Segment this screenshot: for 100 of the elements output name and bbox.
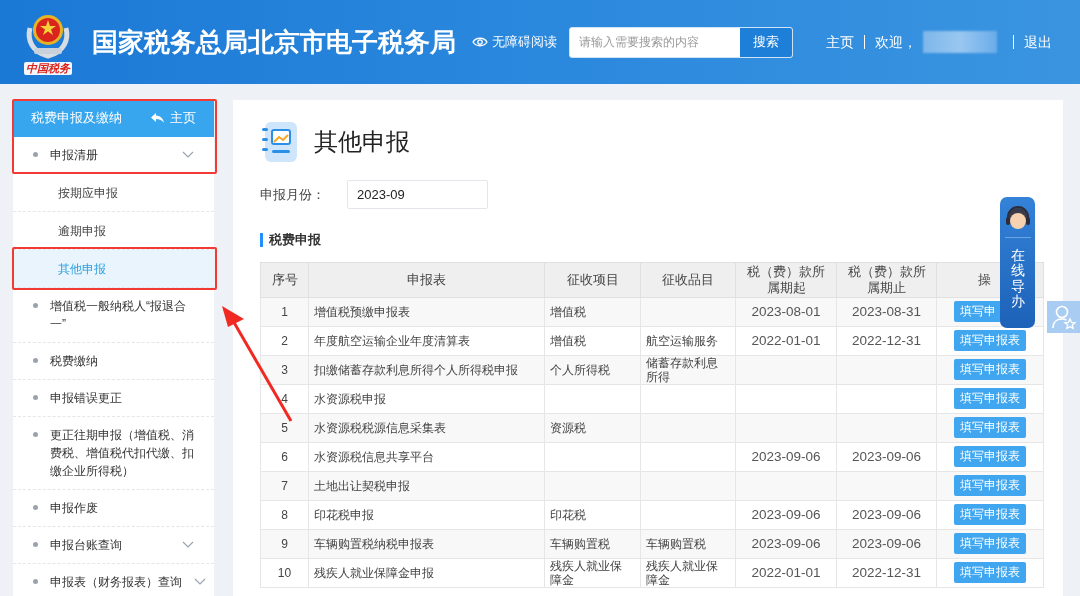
chevron-down-icon [194, 578, 206, 586]
section-title: 税费申报 [269, 232, 321, 249]
table-cell: 个人所得税 [550, 362, 610, 377]
table-cell: 水资源税信息共享平台 [314, 449, 434, 464]
menu-item-label: 申报作废 [50, 500, 99, 517]
table-cell: 残疾人就业保障金申报 [314, 565, 434, 580]
table-cell: 5 [281, 420, 288, 435]
table-cell: 2023-09-06 [851, 535, 922, 551]
fill-form-button[interactable]: 填写申报表 [954, 562, 1026, 584]
site-title: 国家税务总局北京市电子税务局 [92, 25, 456, 59]
eye-icon [472, 36, 488, 48]
menu-item-label: 申报台账查询 [50, 537, 123, 554]
menu-item[interactable]: 申报作废 [13, 490, 214, 527]
table-cell: 7 [281, 478, 288, 493]
menu-item-label: 申报错误更正 [50, 390, 123, 407]
column-header: 税（费）款所属期止 [847, 264, 926, 295]
table-cell: 2022-01-01 [751, 564, 821, 580]
table-cell: 增值税 [550, 304, 586, 319]
fill-form-button[interactable]: 填写申报表 [954, 388, 1026, 410]
table-cell: 2023-09-06 [851, 448, 922, 464]
menu-item-label: 申报清册 [50, 147, 99, 164]
fill-form-button[interactable]: 填写申报表 [954, 330, 1026, 352]
home-link[interactable]: 主页 [826, 31, 854, 53]
logo-text: 中国税务 [24, 61, 72, 75]
table-cell: 年度航空运输企业年度清算表 [314, 333, 470, 348]
notebook-icon [260, 120, 300, 164]
reply-arrow-icon [151, 113, 164, 124]
table-cell: 10 [277, 565, 292, 580]
table-cell: 1 [281, 304, 288, 319]
table-cell: 2023-08-01 [751, 303, 821, 319]
column-header: 操 [978, 272, 991, 287]
column-header: 序号 [271, 272, 298, 287]
chevron-down-icon [182, 541, 194, 549]
menu-item-label: 增值税一般纳税人“报退合一” [50, 298, 187, 333]
fill-form-button[interactable]: 填写申报表 [954, 359, 1026, 381]
search-button[interactable]: 搜索 [740, 27, 792, 57]
table-cell: 印花税 [550, 507, 586, 522]
table-cell: 3 [281, 362, 288, 377]
menu-item[interactable]: 申报错误更正 [13, 380, 214, 417]
table-cell: 水资源税税源信息采集表 [314, 420, 446, 435]
table-cell: 车辆购置税 [646, 536, 706, 551]
table-cell: 土地出让契税申报 [314, 478, 410, 493]
table-cell: 航空运输服务 [646, 333, 718, 348]
table-cell: 车辆购置税 [550, 536, 610, 551]
table-cell: 车辆购置税纳税申报表 [314, 536, 434, 551]
table-cell: 2022-01-01 [751, 332, 821, 348]
online-guide-widget[interactable]: 在线导办 [1000, 197, 1035, 328]
menu-item[interactable]: 更正往期申报（增值税、消费税、增值税代扣代缴、扣缴企业所得税） [13, 417, 214, 490]
month-label: 申报月份： [260, 185, 326, 204]
chevron-down-icon [182, 151, 194, 159]
user-star-icon [1050, 304, 1077, 330]
table-cell: 扣缴储蓄存款利息所得个人所得税申报 [314, 362, 518, 377]
table-cell: 2 [281, 333, 288, 348]
widget-label: 在线导办 [1010, 248, 1025, 310]
table-cell: 2023-09-06 [751, 448, 821, 464]
home-link[interactable]: 主页 [151, 109, 196, 128]
logout-link[interactable]: 退出 [1024, 31, 1052, 53]
table-cell: 残疾人就业保障金 [646, 558, 718, 587]
column-header: 税（费）款所属期起 [747, 264, 825, 295]
accessibility-link[interactable]: 无障碍阅读 [472, 32, 557, 52]
fill-form-button[interactable]: 填写申报表 [954, 533, 1026, 555]
menu-item-label: 税费缴纳 [50, 353, 99, 370]
table-cell: 增值税 [550, 333, 586, 348]
table-cell: 储蓄存款利息所得 [646, 355, 718, 384]
search-field[interactable]: 请输入需要搜索的内容 搜索 [569, 26, 793, 58]
table-cell: 2023-09-06 [751, 535, 821, 551]
menu-item[interactable]: 增值税一般纳税人“报退合一” [13, 288, 214, 343]
table-cell: 8 [281, 507, 288, 522]
sidebar-title: 税费申报及缴纳 [31, 110, 122, 128]
menu-item[interactable]: 申报表（财务报表）查询 [13, 564, 214, 596]
page-title: 其他申报 [314, 127, 410, 157]
column-header: 申报表 [407, 272, 446, 287]
fill-form-button[interactable]: 填写申报表 [954, 417, 1026, 439]
table-cell: 2022-12-31 [851, 332, 922, 348]
table-cell: 残疾人就业保障金 [550, 558, 622, 587]
column-header: 征收品目 [662, 272, 714, 287]
table-cell: 9 [281, 536, 288, 551]
month-field[interactable]: 2023-09 [347, 180, 488, 209]
table-cell: 2022-12-31 [851, 564, 922, 580]
submenu-item[interactable]: 其他申报 [13, 250, 214, 288]
table-cell: 水资源税申报 [314, 391, 386, 406]
table-cell: 2023-08-31 [851, 303, 922, 319]
table-cell: 6 [281, 449, 288, 464]
menu-item-label: 申报表（财务报表）查询 [50, 574, 182, 591]
table-cell: 资源税 [550, 420, 586, 435]
fill-form-button[interactable]: 填写申报表 [954, 475, 1026, 497]
menu-item[interactable]: 申报台账查询 [13, 527, 214, 564]
user-favorite-button[interactable] [1047, 301, 1080, 333]
table-cell: 增值税预缴申报表 [314, 304, 410, 319]
column-header: 征收项目 [566, 272, 619, 287]
table-cell: 2023-09-06 [751, 506, 821, 522]
fill-form-button[interactable]: 填写申 [954, 301, 1002, 323]
menu-item-label: 更正往期申报（增值税、消费税、增值税代扣代缴、扣缴企业所得税） [50, 427, 194, 480]
fill-form-button[interactable]: 填写申报表 [954, 446, 1026, 468]
table-cell: 印花税申报 [314, 507, 374, 522]
welcome-text: 欢迎， [875, 32, 917, 52]
table-cell: 4 [281, 391, 288, 406]
menu-item[interactable]: 税费缴纳 [13, 343, 214, 380]
table-cell: 2023-09-06 [851, 506, 922, 522]
fill-form-button[interactable]: 填写申报表 [954, 504, 1026, 526]
